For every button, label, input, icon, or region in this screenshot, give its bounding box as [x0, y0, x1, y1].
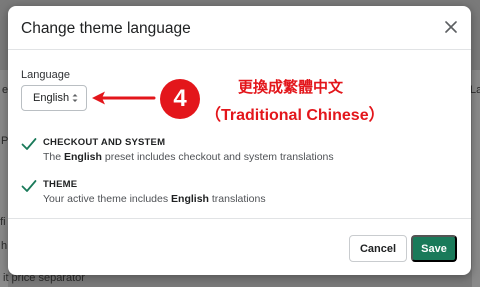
language-select-value: English [33, 92, 70, 104]
close-icon [445, 21, 457, 33]
background-left-strip [0, 70, 8, 287]
modal-title: Change theme language [21, 20, 191, 37]
cancel-button[interactable]: Cancel [349, 235, 407, 262]
item-description: Your active theme includes English trans… [43, 193, 266, 205]
background-text: ofi [0, 216, 6, 228]
annotation-step-badge: 4 [160, 79, 200, 119]
annotation-text: （Traditional Chinese） [205, 107, 385, 124]
background-right-strip [472, 70, 480, 287]
item-title: THEME [43, 179, 78, 190]
chevron-updown-icon [72, 94, 78, 102]
annotation-arrow-icon [92, 91, 156, 105]
background-text: h [1, 240, 8, 252]
close-button[interactable] [441, 17, 461, 37]
save-button[interactable]: Save [411, 235, 457, 262]
modal-header: Change theme language [8, 6, 471, 50]
item-title: CHECKOUT AND SYSTEM [43, 137, 166, 148]
change-language-modal: Change theme language Language English C… [8, 6, 471, 275]
language-select[interactable]: English [21, 85, 87, 111]
language-label: Language [21, 69, 70, 81]
annotation-text: 更換成繁體中文 [238, 78, 344, 96]
checkmark-icon [21, 180, 37, 192]
modal-footer: Cancel Save [8, 218, 471, 275]
checkmark-icon [21, 138, 37, 150]
item-description: The English preset includes checkout and… [43, 151, 334, 163]
background-text: La [470, 84, 480, 96]
